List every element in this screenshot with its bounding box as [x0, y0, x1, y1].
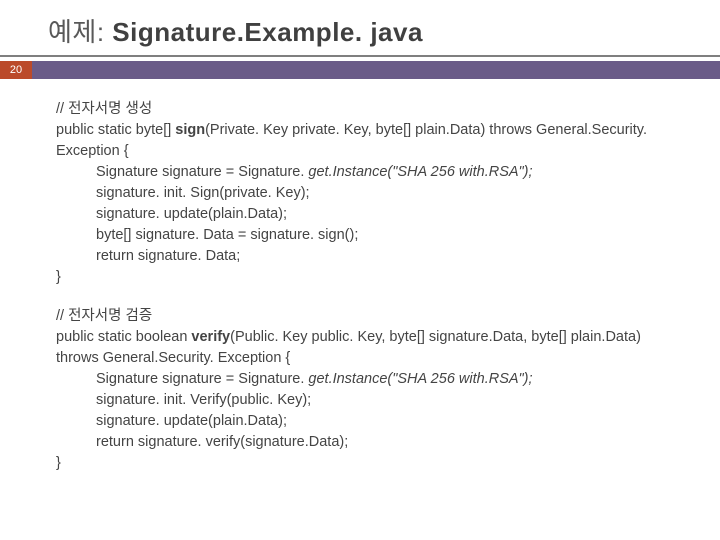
slide-title: 예제: Signature.Example. java	[0, 0, 720, 55]
code-block-verify: // 전자서명 검증 public static boolean verify(…	[56, 306, 680, 474]
code-content: // 전자서명 생성 public static byte[] sign(Pri…	[0, 79, 720, 474]
sig-text: public static boolean	[56, 329, 191, 345]
code-italic: get.Instance("SHA 256 with.RSA");	[308, 164, 532, 180]
code-block-sign: // 전자서명 생성 public static byte[] sign(Pri…	[56, 99, 680, 288]
close-brace: }	[56, 453, 680, 474]
code-line: byte[] signature. Data = signature. sign…	[56, 225, 680, 246]
code-line: signature. update(plain.Data);	[56, 411, 680, 432]
comment-line: // 전자서명 검증	[56, 306, 680, 327]
code-line: Signature signature = Signature. get.Ins…	[56, 369, 680, 390]
method-name: verify	[191, 329, 230, 345]
code-text: Signature signature = Signature.	[96, 164, 308, 180]
close-brace: }	[56, 267, 680, 288]
code-line: Signature signature = Signature. get.Ins…	[56, 162, 680, 183]
title-underline	[0, 55, 720, 57]
code-line: signature. init. Sign(private. Key);	[56, 183, 680, 204]
title-main: Signature.Example. java	[112, 17, 423, 47]
code-text: Signature signature = Signature.	[96, 371, 308, 387]
code-line: return signature. Data;	[56, 246, 680, 267]
method-name: sign	[175, 122, 205, 138]
title-prefix: 예제:	[48, 17, 112, 47]
page-number-badge: 20	[0, 61, 32, 79]
sig-text: public static byte[]	[56, 122, 175, 138]
page-stripe	[32, 61, 720, 79]
method-signature: public static byte[] sign(Private. Key p…	[56, 120, 680, 162]
code-italic: get.Instance("SHA 256 with.RSA");	[308, 371, 532, 387]
method-signature: public static boolean verify(Public. Key…	[56, 327, 680, 369]
code-line: signature. update(plain.Data);	[56, 204, 680, 225]
code-line: signature. init. Verify(public. Key);	[56, 390, 680, 411]
page-bar: 20	[0, 61, 720, 79]
code-line: return signature. verify(signature.Data)…	[56, 432, 680, 453]
comment-line: // 전자서명 생성	[56, 99, 680, 120]
